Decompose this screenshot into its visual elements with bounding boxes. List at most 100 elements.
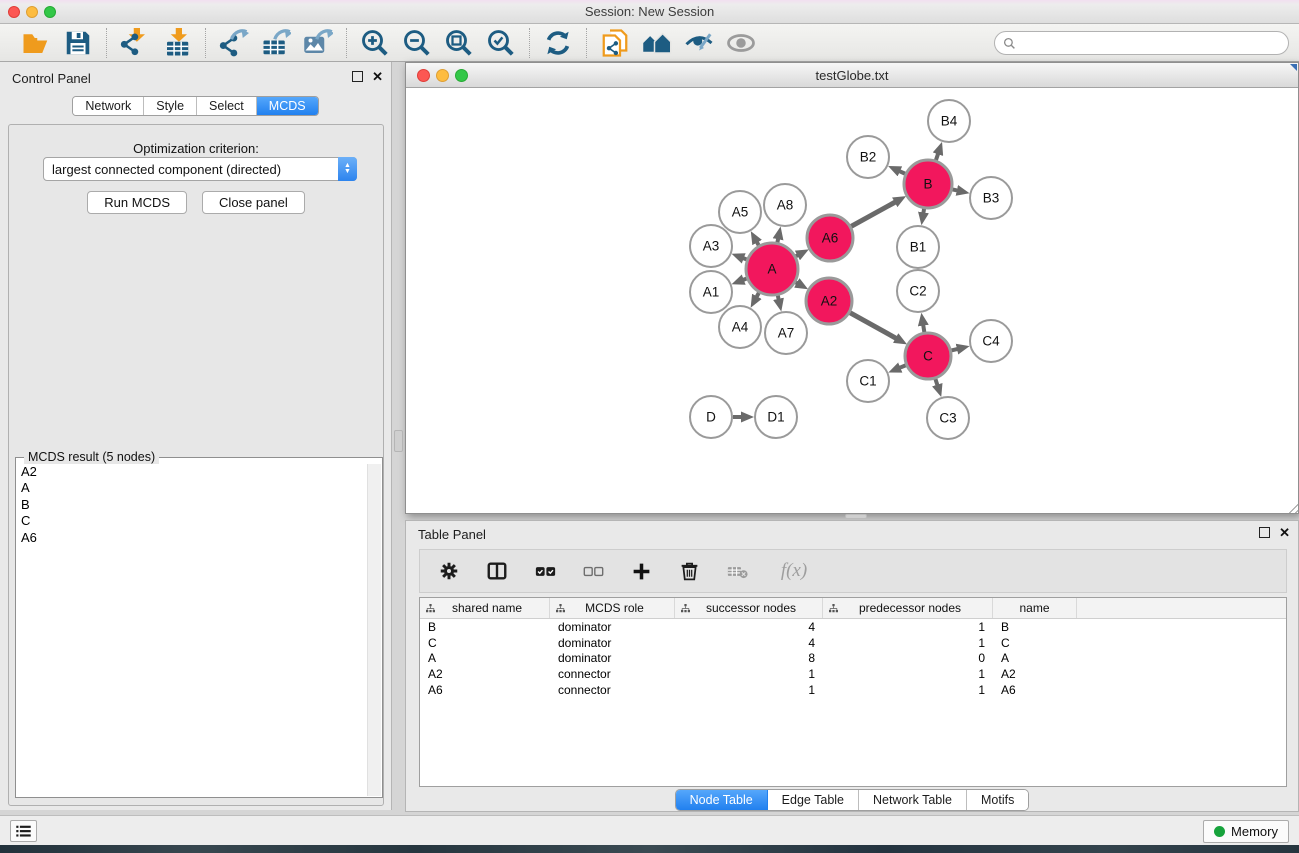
- tab-node-table[interactable]: Node Table: [676, 790, 768, 810]
- network-window-titlebar[interactable]: testGlobe.txt: [406, 63, 1298, 88]
- cell-successor-nodes[interactable]: 4: [675, 620, 823, 634]
- float-panel-icon[interactable]: [352, 71, 363, 82]
- column-header-shared-name[interactable]: shared name: [420, 598, 550, 618]
- result-list-item[interactable]: A: [21, 480, 367, 496]
- cell-MCDS-role[interactable]: dominator: [550, 636, 675, 650]
- graph-node-C4[interactable]: C4: [970, 320, 1012, 362]
- cell-name[interactable]: A6: [993, 683, 1077, 697]
- tab-network[interactable]: Network: [73, 97, 144, 115]
- edge-B-B3[interactable]: [952, 189, 958, 190]
- tab-edge-table[interactable]: Edge Table: [768, 790, 859, 810]
- edge-A-A3[interactable]: [742, 258, 747, 260]
- edge-A2-C[interactable]: [850, 313, 897, 339]
- network-canvas[interactable]: B4B2BB3A8A5A6A3B1AA1C2A2A4A7C4CC1C3DD1: [406, 88, 1298, 513]
- deselect-all-icon[interactable]: [580, 558, 606, 584]
- edge-A6-B[interactable]: [851, 201, 896, 226]
- graph-node-A3[interactable]: A3: [690, 225, 732, 267]
- close-panel-button[interactable]: Close panel: [202, 191, 305, 214]
- result-list-item[interactable]: A6: [21, 530, 367, 546]
- graph-node-C1[interactable]: C1: [847, 360, 889, 402]
- cell-predecessor-nodes[interactable]: 1: [823, 667, 993, 681]
- graph-node-C2[interactable]: C2: [897, 270, 939, 312]
- cell-name[interactable]: C: [993, 636, 1077, 650]
- column-header-MCDS-role[interactable]: MCDS role: [550, 598, 675, 618]
- graph-node-B1[interactable]: B1: [897, 226, 939, 268]
- show-hide-panels-icon[interactable]: [683, 28, 715, 58]
- tab-style[interactable]: Style: [144, 97, 197, 115]
- graph-node-B2[interactable]: B2: [847, 136, 889, 178]
- cell-shared-name[interactable]: A2: [420, 667, 550, 681]
- cell-name[interactable]: B: [993, 620, 1077, 634]
- cell-shared-name[interactable]: A6: [420, 683, 550, 697]
- table-row[interactable]: Cdominator41C: [420, 635, 1286, 651]
- tab-select[interactable]: Select: [197, 97, 257, 115]
- search-input[interactable]: [1016, 36, 1288, 50]
- tab-mcds[interactable]: MCDS: [257, 97, 318, 115]
- refresh-icon[interactable]: [542, 28, 574, 58]
- graph-node-A2[interactable]: A2: [806, 278, 852, 324]
- edge-C-C2[interactable]: [923, 324, 924, 333]
- zoom-out-icon[interactable]: [401, 28, 433, 58]
- mcds-result-list[interactable]: A2ABCA6: [17, 464, 367, 796]
- delete-column-icon[interactable]: [676, 558, 702, 584]
- close-panel-icon[interactable]: ✕: [372, 71, 383, 82]
- table-row[interactable]: A2connector11A2: [420, 666, 1286, 682]
- result-list-item[interactable]: C: [21, 513, 367, 529]
- table-row[interactable]: A6connector11A6: [420, 682, 1286, 698]
- graph-node-A8[interactable]: A8: [764, 184, 806, 226]
- export-image-icon[interactable]: [302, 28, 334, 58]
- settings-icon[interactable]: [436, 558, 462, 584]
- cell-successor-nodes[interactable]: 4: [675, 636, 823, 650]
- cell-shared-name[interactable]: B: [420, 620, 550, 634]
- vertical-splitter-handle[interactable]: [394, 430, 403, 452]
- graph-node-D1[interactable]: D1: [755, 396, 797, 438]
- split-view-icon[interactable]: [484, 558, 510, 584]
- edge-B-B4[interactable]: [936, 152, 939, 160]
- result-list-item[interactable]: B: [21, 497, 367, 513]
- zoom-in-icon[interactable]: [359, 28, 391, 58]
- cell-predecessor-nodes[interactable]: 1: [823, 636, 993, 650]
- cell-predecessor-nodes[interactable]: 0: [823, 651, 993, 665]
- eye-icon[interactable]: [725, 28, 757, 58]
- import-network-icon[interactable]: [119, 28, 151, 58]
- export-table-icon[interactable]: [260, 28, 292, 58]
- edge-B-B1[interactable]: [923, 209, 924, 215]
- copy-network-icon[interactable]: [599, 28, 631, 58]
- select-all-icon[interactable]: [532, 558, 558, 584]
- graph-node-A[interactable]: A: [746, 243, 798, 295]
- edge-A-A4[interactable]: [756, 293, 759, 298]
- save-session-icon[interactable]: [62, 28, 94, 58]
- edge-C-C3[interactable]: [935, 379, 938, 387]
- cell-shared-name[interactable]: C: [420, 636, 550, 650]
- cell-successor-nodes[interactable]: 1: [675, 683, 823, 697]
- graph-node-C3[interactable]: C3: [927, 397, 969, 439]
- horizontal-splitter-handle[interactable]: [845, 514, 867, 519]
- graph-node-C[interactable]: C: [905, 333, 951, 379]
- graph-node-A6[interactable]: A6: [807, 215, 853, 261]
- graph-node-A4[interactable]: A4: [719, 306, 761, 348]
- cell-MCDS-role[interactable]: dominator: [550, 651, 675, 665]
- import-table-icon[interactable]: [161, 28, 193, 58]
- graph-node-B3[interactable]: B3: [970, 177, 1012, 219]
- node-table[interactable]: shared nameMCDS rolesuccessor nodesprede…: [419, 597, 1287, 787]
- table-row[interactable]: Adominator80A: [420, 650, 1286, 666]
- edge-C-C1[interactable]: [898, 365, 905, 368]
- memory-button[interactable]: Memory: [1203, 820, 1289, 843]
- cell-predecessor-nodes[interactable]: 1: [823, 620, 993, 634]
- edge-C-C4[interactable]: [951, 349, 959, 351]
- graph-node-A1[interactable]: A1: [690, 271, 732, 313]
- cell-MCDS-role[interactable]: connector: [550, 667, 675, 681]
- graph-node-D[interactable]: D: [690, 396, 732, 438]
- result-scrollbar[interactable]: [367, 464, 381, 796]
- graph-node-B[interactable]: B: [904, 160, 952, 208]
- cell-name[interactable]: A2: [993, 667, 1077, 681]
- optimization-criterion-dropdown[interactable]: largest connected component (directed) ▲…: [43, 157, 357, 181]
- cell-MCDS-role[interactable]: dominator: [550, 620, 675, 634]
- zoom-selected-icon[interactable]: [485, 28, 517, 58]
- graph-node-A5[interactable]: A5: [719, 191, 761, 233]
- column-header-predecessor-nodes[interactable]: predecessor nodes: [823, 598, 993, 618]
- edge-A-A2[interactable]: [796, 282, 799, 284]
- edge-A-A1[interactable]: [742, 279, 747, 281]
- table-close-panel-icon[interactable]: ✕: [1279, 527, 1290, 538]
- graph-node-A7[interactable]: A7: [765, 312, 807, 354]
